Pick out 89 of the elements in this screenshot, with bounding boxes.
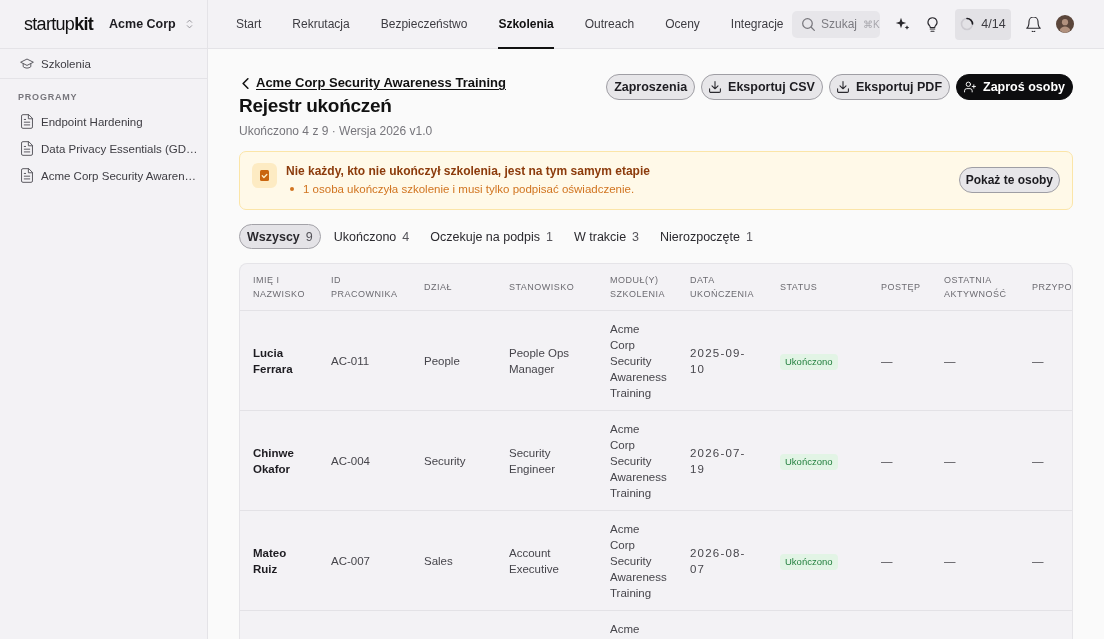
workspace-switcher[interactable]: Acme Corp xyxy=(109,17,193,31)
status-badge: Ukończono xyxy=(780,553,838,570)
download-icon xyxy=(836,81,849,93)
table-cell: — xyxy=(1019,310,1072,411)
progress-button[interactable]: 4/14 xyxy=(955,8,1011,40)
column-header: DATA UKOŃCZENIA xyxy=(677,264,767,311)
table-cell: 2026-08-07 xyxy=(677,510,767,611)
alert-message: 1 osoba ukończyła szkolenie i musi tylko podpisać oświadczenie. xyxy=(303,182,635,197)
filter-tab[interactable]: Oczekuje na podpis 1 xyxy=(422,224,561,249)
table-cell: Chinwe Okafor xyxy=(240,410,318,511)
status-badge: Ukończono xyxy=(780,453,838,470)
lightbulb-icon[interactable] xyxy=(925,16,940,32)
table-cell: 2026-07-19 xyxy=(677,410,767,511)
document-icon xyxy=(20,141,34,156)
column-header: PRZYPO xyxy=(1019,264,1072,311)
page-title: Rejestr ukończeń xyxy=(239,94,393,118)
column-header: DZIAŁ xyxy=(411,264,496,311)
nav-tab[interactable]: Rekrutacja xyxy=(292,0,350,49)
table-cell: Security xyxy=(411,410,496,511)
graduation-cap-icon xyxy=(20,56,34,71)
column-header: STANOWISKO xyxy=(496,264,597,311)
table-cell: People Ops Manager xyxy=(496,310,597,411)
invitations-button[interactable]: Zaproszenia xyxy=(606,74,696,100)
table-cell: Sales xyxy=(411,510,496,611)
table-cell: — xyxy=(1019,510,1072,611)
column-header: STATUS xyxy=(767,264,868,311)
sidebar-link[interactable]: Szkolenia xyxy=(0,49,207,79)
show-people-button[interactable]: Pokaż te osoby xyxy=(958,167,1060,193)
download-icon xyxy=(709,81,722,93)
sidebar-item[interactable]: Endpoint Hardening xyxy=(0,108,207,135)
table-cell: Lucia Ferrara xyxy=(240,310,318,411)
column-header: ID PRACOWNIKA xyxy=(318,264,411,311)
table-cell: Acme xyxy=(597,610,677,639)
table-cell: — xyxy=(931,510,1019,611)
nav-tab[interactable]: Bezpieczeństwo xyxy=(380,0,468,49)
table-cell: — xyxy=(868,310,931,411)
sparkles-icon[interactable] xyxy=(895,16,910,32)
nav-tab[interactable]: Integracje xyxy=(730,0,784,49)
nav-tab[interactable]: Oceny xyxy=(665,0,700,49)
bullet-icon xyxy=(290,187,294,191)
back-link[interactable]: Acme Corp Security Awareness Training xyxy=(239,74,506,92)
filter-tab[interactable]: Ukończono 4 xyxy=(325,224,418,249)
chevron-left-icon xyxy=(242,77,249,89)
document-icon xyxy=(20,168,34,183)
alert-title: Nie każdy, kto nie ukończył szkolenia, jest na tym samym etapie xyxy=(286,163,651,179)
table-cell: — xyxy=(931,410,1019,511)
table-cell: — xyxy=(931,310,1019,411)
export-button[interactable]: Eksportuj CSV xyxy=(701,74,823,100)
column-header: OSTATNIA AKTYWNOŚĆ xyxy=(931,264,1019,311)
status-badge: Ukończono xyxy=(780,353,838,370)
search-icon xyxy=(802,17,815,31)
table-cell: People xyxy=(411,310,496,411)
column-header: MODUŁ(Y) SZKOLENIA xyxy=(597,264,677,311)
column-header: IMIĘ I NAZWISKO xyxy=(240,264,318,311)
table-cell: — xyxy=(868,510,931,611)
table-cell: Security Engineer xyxy=(496,410,597,511)
spinner-icon xyxy=(960,17,975,31)
document-icon xyxy=(20,114,34,129)
page-subtitle: Ukończono 4 z 9 · Wersja 2026 v1.0 xyxy=(239,123,434,139)
bell-icon[interactable] xyxy=(1026,16,1041,32)
table-cell: Acme Corp Security Awareness Training xyxy=(597,510,677,611)
table-cell: — xyxy=(868,410,931,511)
table-cell: AC-004 xyxy=(318,410,411,511)
filter-tab[interactable]: Wszyscy 9 xyxy=(239,224,321,249)
table-cell: Acme Corp Security Awareness Training xyxy=(597,410,677,511)
document-check-icon xyxy=(252,163,277,188)
section-label: PROGRAMY xyxy=(18,92,79,102)
user-plus-icon xyxy=(964,81,977,93)
nav-tab[interactable]: Outreach xyxy=(584,0,635,49)
invite-button[interactable]: Zaproś osoby xyxy=(956,74,1073,100)
search-field[interactable]: Szukaj ⌘K xyxy=(792,10,880,38)
table-cell: AC-007 xyxy=(318,510,411,611)
table-cell: Acme Corp Security Awareness Training xyxy=(597,310,677,411)
filter-tab[interactable]: Nierozpoczęte 1 xyxy=(652,224,761,249)
chevrons-up-down-icon xyxy=(185,19,193,29)
filter-tab[interactable]: W trakcie 3 xyxy=(566,224,648,249)
logo: startupkit xyxy=(24,13,94,35)
table-cell: Account Executive xyxy=(496,510,597,611)
column-header: POSTĘP xyxy=(868,264,931,311)
nav-tab[interactable]: Szkolenia xyxy=(498,0,554,49)
sidebar-item[interactable]: Acme Corp Security Awaren… xyxy=(0,162,207,189)
avatar-icon[interactable] xyxy=(1056,15,1074,33)
nav-tab[interactable]: Start xyxy=(236,0,262,49)
table-cell: Mateo Ruiz xyxy=(240,510,318,611)
sidebar-item[interactable]: Data Privacy Essentials (GD… xyxy=(0,135,207,162)
table-cell: — xyxy=(1019,410,1072,511)
table-cell: 2025-09-10 xyxy=(677,310,767,411)
export-button[interactable]: Eksportuj PDF xyxy=(828,74,951,100)
table-cell: AC-011 xyxy=(318,310,411,411)
